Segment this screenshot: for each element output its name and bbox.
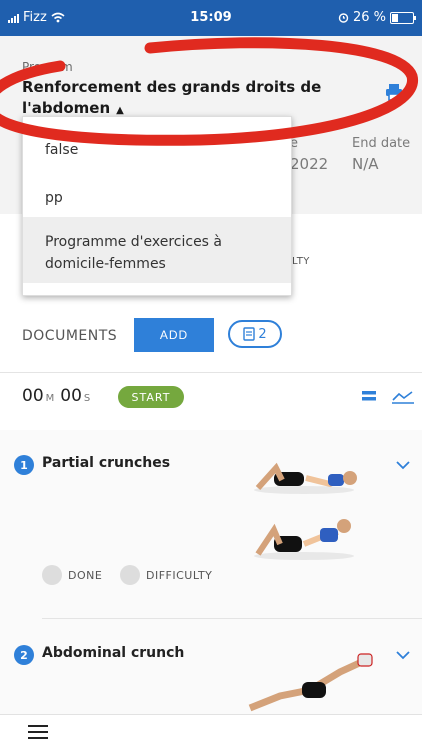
done-label: DONE bbox=[68, 569, 103, 582]
chart-icon[interactable] bbox=[392, 389, 414, 405]
end-date: End date N/A bbox=[352, 136, 410, 173]
dropdown-option-selected[interactable]: Programme d'exercices à domicile-femmes bbox=[23, 217, 291, 283]
documents-count-button[interactable]: 2 bbox=[228, 320, 282, 348]
add-document-button[interactable]: ADD bbox=[134, 318, 214, 352]
caret-up-icon: ▲ bbox=[116, 105, 124, 116]
start-timer-button[interactable]: START bbox=[118, 386, 184, 408]
program-title: Renforcement des grands droits de l'abdo… bbox=[22, 78, 322, 117]
chevron-down-icon[interactable] bbox=[396, 460, 410, 470]
alarm-icon bbox=[338, 13, 349, 23]
status-bar: Fizz 15:09 26 % bbox=[0, 0, 422, 36]
divider bbox=[0, 372, 422, 373]
program-dropdown: false pp Programme d'exercices à domicil… bbox=[22, 116, 292, 296]
end-date-label: End date bbox=[352, 136, 411, 151]
exercise-number-badge: 2 bbox=[14, 645, 34, 665]
timer-seconds: 00 bbox=[60, 386, 82, 406]
start-date: e 2022 bbox=[290, 136, 328, 173]
battery-percent: 26 % bbox=[352, 10, 386, 25]
documents-label: DOCUMENTS bbox=[22, 328, 118, 344]
print-icon bbox=[386, 84, 402, 101]
start-date-value: 2022 bbox=[290, 155, 329, 173]
exercise-illustration bbox=[254, 462, 357, 560]
timer-row: 00 M 00 S START bbox=[22, 386, 414, 416]
exercise-title: Abdominal crunch bbox=[42, 645, 185, 661]
document-icon bbox=[243, 327, 256, 341]
exercise-list: 1 Partial crunches DONE DIFFICULTY 2 Abd… bbox=[0, 430, 422, 714]
chevron-down-icon[interactable] bbox=[396, 650, 410, 660]
divider bbox=[42, 618, 422, 619]
program-label: Program bbox=[22, 60, 73, 74]
dropdown-option[interactable]: pp bbox=[23, 187, 291, 209]
menu-icon[interactable] bbox=[28, 725, 48, 743]
timer-seconds-unit: S bbox=[83, 393, 91, 404]
done-checkbox[interactable] bbox=[42, 565, 62, 585]
difficulty-checkbox[interactable] bbox=[120, 565, 140, 585]
list-view-icon[interactable] bbox=[362, 390, 376, 402]
print-button[interactable] bbox=[384, 82, 404, 106]
end-date-value: N/A bbox=[352, 155, 379, 173]
exercise-illustration bbox=[248, 653, 373, 712]
program-selector[interactable]: Renforcement des grands droits de l'abdo… bbox=[22, 77, 322, 121]
documents-count: 2 bbox=[258, 326, 267, 342]
exercise-title: Partial crunches bbox=[42, 455, 171, 471]
timer-minutes-unit: M bbox=[45, 393, 55, 404]
difficulty-fragment: LTY bbox=[292, 256, 310, 267]
dropdown-option[interactable]: false bbox=[23, 139, 291, 161]
documents-row: DOCUMENTS ADD 2 bbox=[22, 318, 402, 354]
battery-icon bbox=[390, 11, 416, 24]
bottom-bar bbox=[0, 714, 422, 748]
difficulty-label: DIFFICULTY bbox=[146, 569, 213, 582]
timer-minutes: 00 bbox=[22, 386, 44, 406]
exercise-number-badge: 1 bbox=[14, 455, 34, 475]
